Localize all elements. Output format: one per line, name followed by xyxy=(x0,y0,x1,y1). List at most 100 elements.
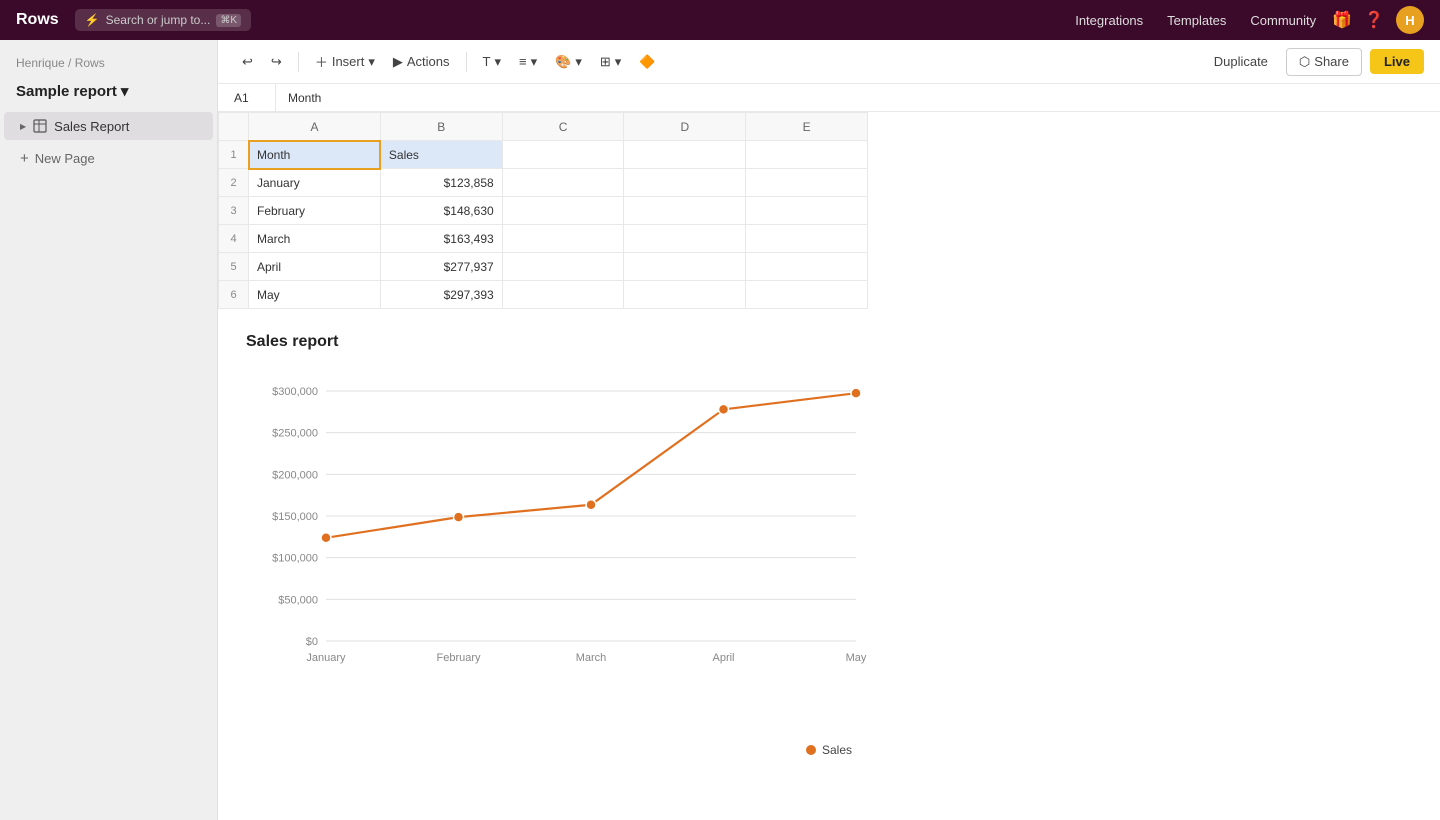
breadcrumb: Henrique / Rows xyxy=(0,52,217,78)
app-logo[interactable]: Rows xyxy=(16,11,59,29)
filter-button[interactable]: 🔶 xyxy=(631,49,663,75)
share-label: Share xyxy=(1314,54,1349,69)
row-number: 1 xyxy=(219,141,249,169)
community-link[interactable]: Community xyxy=(1250,13,1316,28)
insert-button[interactable]: ＋ Insert ▾ xyxy=(307,47,383,76)
col-header-d[interactable]: D xyxy=(624,113,746,141)
help-icon[interactable]: ❓ xyxy=(1364,10,1384,30)
cell-a5[interactable]: April xyxy=(249,253,381,281)
cell-a2[interactable]: January xyxy=(249,169,381,197)
search-box[interactable]: ⚡ Search or jump to... ⌘K xyxy=(75,9,251,31)
cell-b3[interactable]: $148,630 xyxy=(380,197,502,225)
cell-c3[interactable] xyxy=(502,197,624,225)
undo-button[interactable]: ↩ xyxy=(234,49,261,75)
format-button[interactable]: 🎨 ▾ xyxy=(547,49,590,75)
border-button[interactable]: ⊞ ▾ xyxy=(592,49,629,75)
table-row: 4March$163,493 xyxy=(219,225,868,253)
border-icon: ⊞ xyxy=(600,54,611,70)
cell-e6[interactable] xyxy=(746,281,868,309)
cell-c1[interactable] xyxy=(502,141,624,169)
actions-button[interactable]: ▶ Actions xyxy=(385,49,458,75)
topnav: Rows ⚡ Search or jump to... ⌘K Integrati… xyxy=(0,0,1440,40)
templates-link[interactable]: Templates xyxy=(1167,13,1226,28)
cell-a4[interactable]: March xyxy=(249,225,381,253)
table-row: 5April$277,937 xyxy=(219,253,868,281)
cell-e2[interactable] xyxy=(746,169,868,197)
format-icon: 🎨 xyxy=(555,54,571,70)
cell-b5[interactable]: $277,937 xyxy=(380,253,502,281)
cell-a3[interactable]: February xyxy=(249,197,381,225)
chart-legend: Sales xyxy=(246,743,1412,757)
chart-container: $300,000$250,000$200,000$150,000$100,000… xyxy=(246,371,886,731)
corner-cell xyxy=(219,113,249,141)
gift-icon[interactable]: 🎁 xyxy=(1332,10,1352,30)
cell-value-display: Month xyxy=(276,91,333,105)
cell-e5[interactable] xyxy=(746,253,868,281)
cell-a1[interactable]: Month xyxy=(249,141,381,169)
right-panel: ↩ ↪ ＋ Insert ▾ ▶ Actions T ▾ ≡ ▾ 🎨 xyxy=(218,40,1440,820)
search-shortcut: ⌘K xyxy=(216,14,241,27)
cell-e1[interactable] xyxy=(746,141,868,169)
svg-text:$250,000: $250,000 xyxy=(272,428,318,440)
insert-plus-icon: ＋ xyxy=(315,52,328,71)
cell-c5[interactable] xyxy=(502,253,624,281)
svg-text:$100,000: $100,000 xyxy=(272,553,318,565)
share-icon: ⬡ xyxy=(1299,54,1310,70)
cell-e4[interactable] xyxy=(746,225,868,253)
insert-label: Insert xyxy=(332,54,365,69)
sidebar-item-sales-report[interactable]: ▶ Sales Report xyxy=(4,112,213,140)
cell-b6[interactable]: $297,393 xyxy=(380,281,502,309)
topnav-links: Integrations Templates Community xyxy=(1075,13,1316,28)
cell-d4[interactable] xyxy=(624,225,746,253)
svg-text:$0: $0 xyxy=(306,636,318,648)
avatar[interactable]: H xyxy=(1396,6,1424,34)
cell-c4[interactable] xyxy=(502,225,624,253)
table-row: 6May$297,393 xyxy=(219,281,868,309)
text-format-button[interactable]: T ▾ xyxy=(475,49,509,75)
spreadsheet-wrapper: A B C D E 1MonthSales2January$123,8583Fe… xyxy=(218,112,1440,309)
svg-text:$200,000: $200,000 xyxy=(272,469,318,481)
text-caret: ▾ xyxy=(494,54,501,70)
col-header-c[interactable]: C xyxy=(502,113,624,141)
col-header-b[interactable]: B xyxy=(380,113,502,141)
cell-b4[interactable]: $163,493 xyxy=(380,225,502,253)
sidebar: Henrique / Rows Sample report ▾ ▶ Sales … xyxy=(0,40,218,820)
legend-label: Sales xyxy=(822,743,852,757)
svg-text:$300,000: $300,000 xyxy=(272,386,318,398)
actions-play-icon: ▶ xyxy=(393,54,403,70)
duplicate-button[interactable]: Duplicate xyxy=(1204,49,1278,74)
cell-e3[interactable] xyxy=(746,197,868,225)
report-title[interactable]: Sample report ▾ xyxy=(0,78,217,112)
actions-label: Actions xyxy=(407,54,450,69)
new-page-button[interactable]: + New Page xyxy=(4,144,213,173)
cell-c6[interactable] xyxy=(502,281,624,309)
align-button[interactable]: ≡ ▾ xyxy=(511,49,545,75)
col-header-e[interactable]: E xyxy=(746,113,868,141)
svg-text:April: April xyxy=(712,652,734,664)
cell-d6[interactable] xyxy=(624,281,746,309)
toolbar: ↩ ↪ ＋ Insert ▾ ▶ Actions T ▾ ≡ ▾ 🎨 xyxy=(218,40,1440,84)
cell-d1[interactable] xyxy=(624,141,746,169)
legend-dot xyxy=(806,745,816,755)
cell-d5[interactable] xyxy=(624,253,746,281)
toolbar-divider-1 xyxy=(298,52,299,72)
cell-a6[interactable]: May xyxy=(249,281,381,309)
svg-text:$50,000: $50,000 xyxy=(278,594,318,606)
integrations-link[interactable]: Integrations xyxy=(1075,13,1143,28)
svg-text:May: May xyxy=(846,652,867,664)
cell-b2[interactable]: $123,858 xyxy=(380,169,502,197)
redo-button[interactable]: ↪ xyxy=(263,49,290,75)
svg-text:February: February xyxy=(436,652,481,664)
live-button[interactable]: Live xyxy=(1370,49,1424,74)
cell-d3[interactable] xyxy=(624,197,746,225)
table-row: 3February$148,630 xyxy=(219,197,868,225)
toolbar-divider-2 xyxy=(466,52,467,72)
row-number: 6 xyxy=(219,281,249,309)
cell-d2[interactable] xyxy=(624,169,746,197)
col-header-a[interactable]: A xyxy=(249,113,381,141)
align-icon: ≡ xyxy=(519,54,527,69)
row-number: 5 xyxy=(219,253,249,281)
cell-b1[interactable]: Sales xyxy=(380,141,502,169)
share-button[interactable]: ⬡ Share xyxy=(1286,48,1362,76)
cell-c2[interactable] xyxy=(502,169,624,197)
